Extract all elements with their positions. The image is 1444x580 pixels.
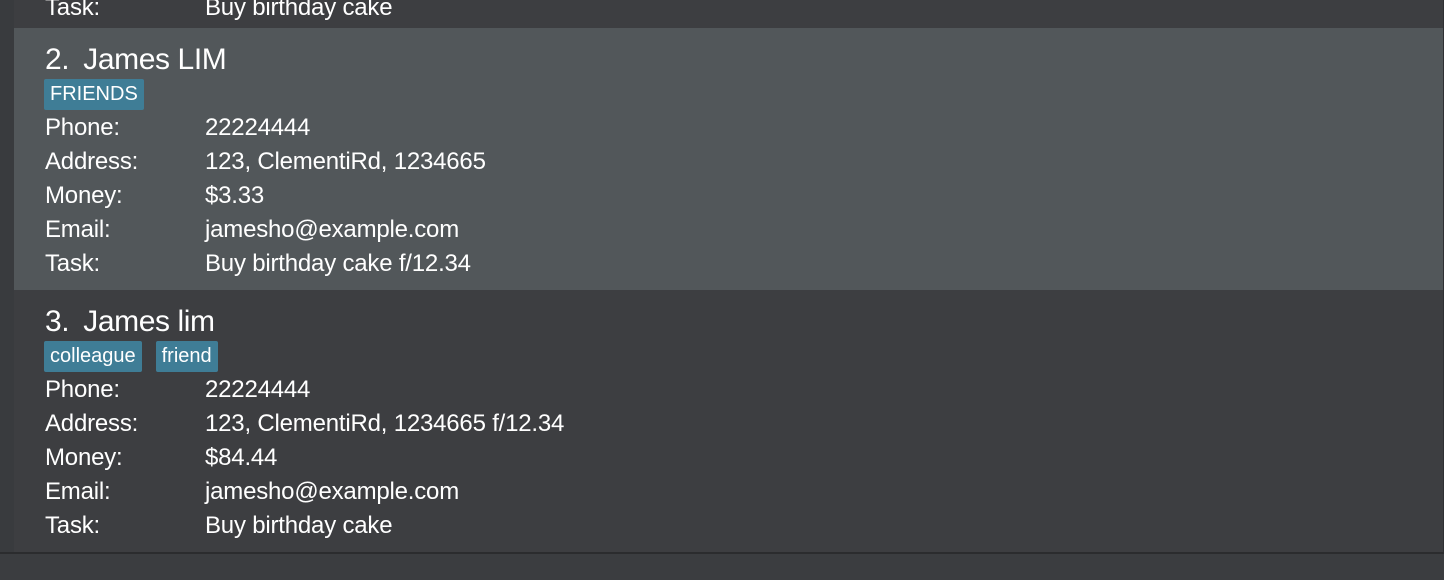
task-value: Buy birthday cake	[205, 0, 393, 21]
tag-label: colleague	[44, 341, 142, 372]
task-label: Task:	[45, 250, 101, 277]
address-label: Address:	[45, 148, 139, 175]
phone-label: Phone:	[45, 376, 120, 403]
address-label: Address:	[45, 410, 139, 437]
person-header: 3. James lim	[45, 305, 215, 339]
person-list[interactable]: Task: Buy birthday cake 2. James LIM FRIE…	[14, 0, 1443, 552]
person-fields: Phone: 22224444 Address: 123, ClementiRd…	[45, 111, 486, 281]
list-left-margin	[0, 0, 14, 580]
email-value: jamesho@example.com	[205, 478, 460, 505]
money-row: Money: $3.33	[45, 179, 486, 213]
phone-label: Phone:	[45, 114, 120, 141]
person-card-1[interactable]: Task: Buy birthday cake	[14, 0, 1443, 28]
task-row: Task: Buy birthday cake	[45, 509, 564, 543]
person-card-2[interactable]: 2. James LIM FRIENDS Phone: 22224444 Addr…	[14, 28, 1443, 290]
person-card-3[interactable]: 3. James lim colleague friend Phone: 2222…	[14, 290, 1443, 552]
phone-row: Phone: 22224444	[45, 373, 564, 407]
address-row: Address: 123, ClementiRd, 1234665 f/12.3…	[45, 407, 564, 441]
money-label: Money:	[45, 182, 123, 209]
task-row: Task: Buy birthday cake f/12.34	[45, 247, 486, 281]
address-row: Address: 123, ClementiRd, 1234665	[45, 145, 486, 179]
person-name: James lim	[83, 305, 215, 338]
person-name: James LIM	[83, 43, 227, 76]
tag-label: FRIENDS	[44, 79, 144, 110]
person-header: 2. James LIM	[45, 43, 227, 77]
task-value: Buy birthday cake	[205, 512, 393, 539]
phone-row: Phone: 22224444	[45, 111, 486, 145]
task-label: Task:	[45, 512, 101, 539]
tag-list: FRIENDS	[44, 79, 144, 110]
phone-value: 22224444	[205, 376, 311, 403]
task-label: Task:	[45, 0, 101, 21]
money-label: Money:	[45, 444, 123, 471]
phone-value: 22224444	[205, 114, 311, 141]
person-fields: Phone: 22224444 Address: 123, ClementiRd…	[45, 373, 564, 543]
person-index: 3.	[45, 305, 70, 338]
tag-list: colleague friend	[44, 341, 218, 372]
money-value: $84.44	[205, 444, 278, 471]
panel-bottom-divider	[0, 552, 1444, 580]
person-index: 2.	[45, 43, 70, 76]
email-row: Email: jamesho@example.com	[45, 213, 486, 247]
email-label: Email:	[45, 216, 111, 243]
money-row: Money: $84.44	[45, 441, 564, 475]
person-list-panel: Task: Buy birthday cake 2. James LIM FRIE…	[0, 0, 1444, 580]
email-value: jamesho@example.com	[205, 216, 460, 243]
address-value: 123, ClementiRd, 1234665	[205, 148, 486, 175]
money-value: $3.33	[205, 182, 265, 209]
email-row: Email: jamesho@example.com	[45, 475, 564, 509]
task-row: Task: Buy birthday cake	[45, 0, 393, 25]
tag-label: friend	[155, 341, 218, 372]
address-value: 123, ClementiRd, 1234665 f/12.34	[205, 410, 565, 437]
email-label: Email:	[45, 478, 111, 505]
task-value: Buy birthday cake f/12.34	[205, 250, 471, 277]
